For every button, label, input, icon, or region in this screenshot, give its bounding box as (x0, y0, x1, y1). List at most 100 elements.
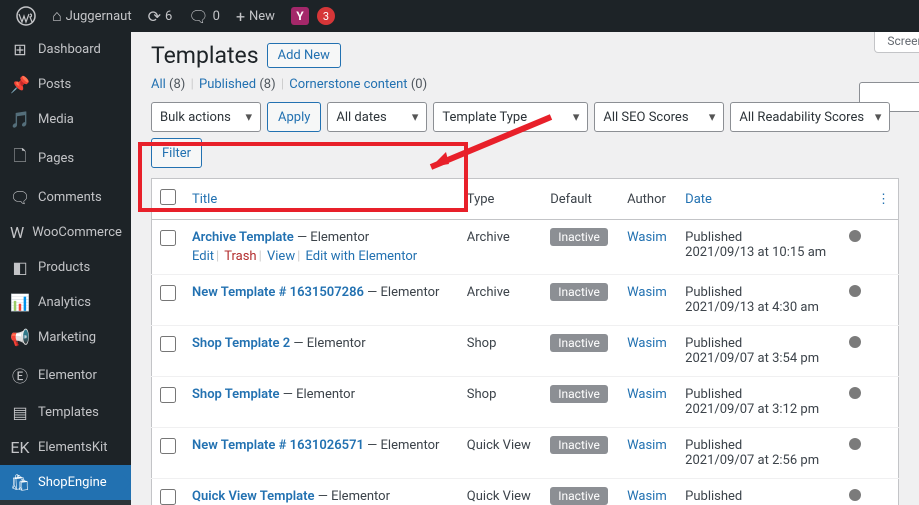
readability-select[interactable]: All Readability Scores (730, 102, 890, 132)
sidebar-item-label: Templates (38, 405, 99, 420)
row-checkbox[interactable] (160, 336, 176, 352)
comment-icon: 🗨 (10, 188, 30, 207)
media-icon: 🎵 (10, 110, 30, 129)
add-new-button[interactable]: Add New (267, 43, 341, 68)
wp-logo-icon[interactable] (8, 0, 44, 32)
col-seo (841, 179, 869, 220)
bulk-actions-select[interactable]: Bulk actions (151, 102, 261, 132)
admin-bar: ⌂ Juggernaut ⟳ 6 🗨 0 + New Y 3 (0, 0, 919, 32)
row-checkbox[interactable] (160, 489, 176, 505)
seo-score-icon (849, 489, 861, 501)
sidebar-item-label: ShopEngine (38, 475, 107, 490)
row-checkbox[interactable] (160, 387, 176, 403)
row-checkbox[interactable] (160, 285, 176, 301)
sidebar-item-elementor[interactable]: ⒺElementor (0, 355, 131, 395)
builder-label: — Elementor (318, 489, 390, 504)
sidebar-item-templates[interactable]: ▤Templates (0, 395, 131, 430)
new-label: New (249, 9, 275, 24)
sidebar-item-media[interactable]: 🎵Media (0, 102, 131, 137)
table-row: New Template # 1631507286 — Elementor Ar… (152, 275, 899, 326)
seo-score-icon (849, 230, 861, 242)
comment-icon: 🗨 (188, 7, 208, 26)
new-content-link[interactable]: + New (228, 0, 283, 32)
comments-link[interactable]: 🗨 0 (180, 0, 228, 32)
view-link[interactable]: View (267, 249, 295, 264)
trash-link[interactable]: Trash (224, 249, 256, 264)
tablenav-top: Bulk actions Apply All dates Template Ty… (151, 102, 899, 178)
view-cornerstone-link[interactable]: Cornerstone content (289, 77, 407, 92)
screen-options-button[interactable]: Screen Opt (874, 32, 919, 53)
sidebar-item-posts[interactable]: 📌Posts (0, 67, 131, 102)
sidebar-item-label: WooCommerce (32, 225, 122, 240)
view-all-link[interactable]: All (151, 77, 166, 92)
date-cell: Published2021/09/13 at 4:30 am (677, 275, 841, 326)
col-settings-icon[interactable]: ⋮ (869, 179, 899, 220)
submenu-item-getting-started[interactable]: Getting Started (0, 500, 131, 505)
edit-link[interactable]: Edit (192, 249, 214, 264)
author-link[interactable]: Wasim (627, 438, 667, 453)
status-badge: Inactive (550, 228, 608, 246)
table-row: Shop Template — Elementor Shop Inactive … (152, 377, 899, 428)
author-link[interactable]: Wasim (627, 230, 667, 245)
sidebar-item-dashboard[interactable]: ⊞Dashboard (0, 32, 131, 67)
sidebar-item-pages[interactable]: 🗋Pages (0, 137, 131, 180)
view-published-link[interactable]: Published (199, 77, 256, 92)
yoast-link[interactable]: Y 3 (283, 0, 343, 32)
row-checkbox[interactable] (160, 230, 176, 246)
template-title-link[interactable]: Archive Template (192, 230, 294, 245)
col-type: Type (459, 179, 542, 220)
template-title-link[interactable]: New Template # 1631507286 (192, 285, 364, 300)
builder-label: — Elementor (297, 230, 369, 245)
yoast-icon: Y (291, 7, 309, 25)
sidebar-item-label: Posts (38, 77, 71, 92)
author-link[interactable]: Wasim (627, 489, 667, 504)
site-name-link[interactable]: ⌂ Juggernaut (44, 0, 140, 32)
status-badge: Inactive (550, 385, 608, 403)
updates-link[interactable]: ⟳ 6 (140, 0, 181, 32)
seo-score-icon (849, 336, 861, 348)
dates-select[interactable]: All dates (327, 102, 427, 132)
sidebar-item-marketing[interactable]: 📢Marketing (0, 320, 131, 355)
apply-button[interactable]: Apply (267, 102, 321, 132)
filter-button[interactable]: Filter (151, 138, 202, 168)
sidebar-item-shopengine[interactable]: 🛍ShopEngine (0, 465, 131, 500)
main-content: Screen Opt Templates Add New All (8) | P… (131, 32, 919, 505)
col-date[interactable]: Date (677, 179, 841, 220)
template-title-link[interactable]: Shop Template 2 (192, 336, 290, 351)
sidebar-item-comments[interactable]: 🗨Comments (0, 180, 131, 215)
select-all-checkbox[interactable] (160, 189, 176, 205)
template-title-link[interactable]: Shop Template (192, 387, 280, 402)
row-checkbox[interactable] (160, 438, 176, 454)
view-cornerstone-count: (0) (411, 77, 427, 92)
view-published-count: (8) (259, 77, 275, 92)
type-cell: Quick View (459, 479, 542, 505)
template-title-link[interactable]: Quick View Template (192, 489, 315, 504)
sidebar-item-products[interactable]: ◧Products (0, 250, 131, 285)
date-cell: Published2021/09/07 at 2:56 pm (677, 428, 841, 479)
template-title-link[interactable]: New Template # 1631026571 (192, 438, 364, 453)
view-filters: All (8) | Published (8) | Cornerstone co… (151, 75, 899, 102)
sidebar-item-analytics[interactable]: 📊Analytics (0, 285, 131, 320)
yoast-count-badge: 3 (317, 7, 335, 25)
col-title[interactable]: Title (184, 179, 459, 220)
edit-with-elementor-link[interactable]: Edit with Elementor (306, 249, 418, 264)
builder-label: — Elementor (283, 387, 355, 402)
sidebar-item-elementskit[interactable]: EKElementsKit (0, 430, 131, 465)
type-cell: Quick View (459, 428, 542, 479)
table-row: Shop Template 2 — Elementor Shop Inactiv… (152, 326, 899, 377)
author-link[interactable]: Wasim (627, 387, 667, 402)
date-cell: Published2021/09/07 at 3:54 pm (677, 326, 841, 377)
page-icon: 🗋 (10, 145, 30, 172)
author-link[interactable]: Wasim (627, 285, 667, 300)
page-title: Templates (151, 42, 259, 69)
seo-scores-select[interactable]: All SEO Scores (594, 102, 724, 132)
sidebar-item-label: ElementsKit (38, 440, 107, 455)
builder-label: — Elementor (367, 438, 439, 453)
col-default: Default (542, 179, 619, 220)
sidebar-item-woocommerce[interactable]: WWooCommerce (0, 215, 131, 250)
updates-icon: ⟳ (148, 7, 161, 26)
template-type-select[interactable]: Template Type (433, 102, 588, 132)
dashboard-icon: ⊞ (10, 40, 30, 59)
author-link[interactable]: Wasim (627, 336, 667, 351)
seo-score-icon (849, 387, 861, 399)
